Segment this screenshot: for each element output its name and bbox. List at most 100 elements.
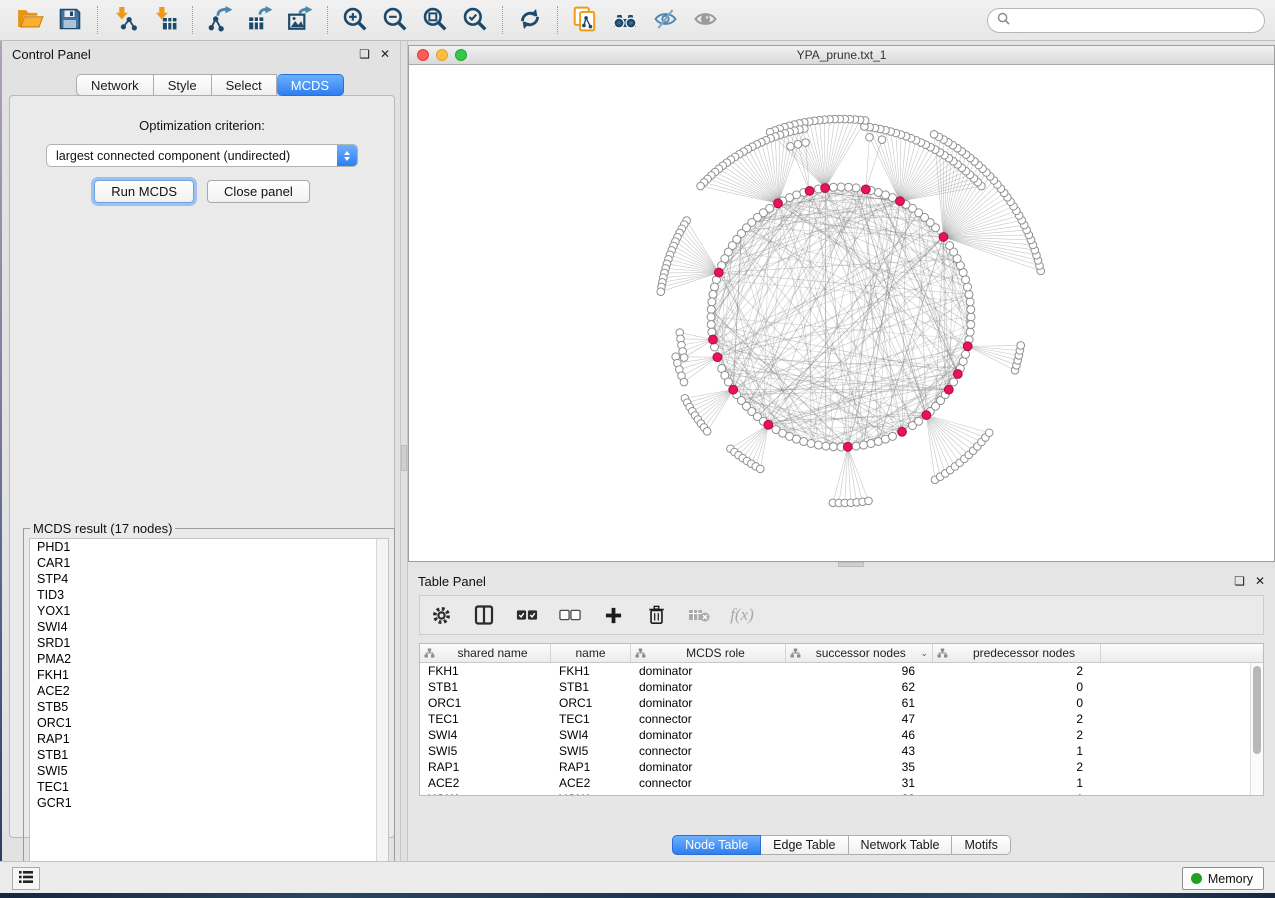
- table-row[interactable]: STB1STB1dominator620: [420, 679, 1250, 695]
- table-cell[interactable]: connector: [631, 791, 786, 795]
- table-cell[interactable]: RAP1: [551, 759, 631, 775]
- graph-node[interactable]: [852, 184, 860, 192]
- table-cell[interactable]: FKH1: [551, 663, 631, 679]
- find-button[interactable]: [605, 3, 645, 37]
- graph-node[interactable]: [967, 321, 975, 329]
- table-cell[interactable]: dominator: [631, 679, 786, 695]
- table-row[interactable]: ORC1ORC1dominator610: [420, 695, 1250, 711]
- graph-leaf-node[interactable]: [680, 354, 688, 362]
- tab-network[interactable]: Network: [76, 74, 154, 96]
- table-cell[interactable]: 62: [786, 679, 933, 695]
- hide-selected-button[interactable]: [645, 3, 685, 37]
- table-row[interactable]: FKH1FKH1dominator962: [420, 663, 1250, 679]
- table-cell[interactable]: dominator: [631, 695, 786, 711]
- graph-leaf-node[interactable]: [703, 428, 711, 436]
- close-panel-button[interactable]: Close panel: [207, 180, 310, 203]
- graph-mcds-hub-node[interactable]: [729, 385, 738, 394]
- graph-leaf-node[interactable]: [1017, 342, 1025, 350]
- graph-mcds-hub-node[interactable]: [896, 197, 905, 206]
- table-cell[interactable]: TEC1: [551, 711, 631, 727]
- mcds-result-item[interactable]: SRD1: [30, 635, 388, 651]
- add-column-button[interactable]: [602, 604, 624, 626]
- graph-node[interactable]: [724, 378, 732, 386]
- graph-node[interactable]: [829, 443, 837, 451]
- graph-mcds-hub-node[interactable]: [709, 335, 718, 344]
- graph-node[interactable]: [822, 442, 830, 450]
- column-header-predecessor-nodes[interactable]: predecessor nodes: [933, 644, 1101, 662]
- table-cell[interactable]: SWI4: [551, 727, 631, 743]
- table-cell[interactable]: 31: [786, 775, 933, 791]
- table-cell[interactable]: STB1: [420, 679, 551, 695]
- graph-node[interactable]: [966, 298, 974, 306]
- apply-layout-button[interactable]: [510, 3, 550, 37]
- mcds-result-item[interactable]: SWI5: [30, 763, 388, 779]
- float-panel-icon[interactable]: ❏: [359, 48, 370, 60]
- graph-leaf-node[interactable]: [787, 143, 795, 151]
- mcds-result-item[interactable]: FKH1: [30, 667, 388, 683]
- table-row[interactable]: YOX1YOX1connector291: [420, 791, 1250, 795]
- graph-node[interactable]: [707, 321, 715, 329]
- table-cell[interactable]: 1: [933, 791, 1101, 795]
- memory-button[interactable]: Memory: [1182, 867, 1264, 890]
- table-cell[interactable]: SWI5: [551, 743, 631, 759]
- graph-mcds-hub-node[interactable]: [843, 442, 852, 451]
- table-row[interactable]: RAP1RAP1dominator352: [420, 759, 1250, 775]
- table-cell[interactable]: 2: [933, 663, 1101, 679]
- graph-mcds-hub-node[interactable]: [805, 186, 814, 195]
- graph-node[interactable]: [860, 441, 868, 449]
- graph-mcds-hub-node[interactable]: [953, 370, 962, 379]
- table-cell[interactable]: YOX1: [551, 791, 631, 795]
- graph-node[interactable]: [950, 378, 958, 386]
- mcds-result-item[interactable]: STB1: [30, 747, 388, 763]
- graph-node[interactable]: [708, 298, 716, 306]
- vertical-splitter[interactable]: [400, 41, 408, 861]
- mcds-list-scrollbar[interactable]: [376, 538, 389, 885]
- export-image-button[interactable]: [280, 3, 320, 37]
- network-canvas[interactable]: [409, 65, 1274, 561]
- splitter-grip-icon[interactable]: [838, 562, 864, 567]
- column-header-successor-nodes[interactable]: successor nodes⌄: [786, 644, 933, 662]
- table-cell[interactable]: TEC1: [420, 711, 551, 727]
- graph-node[interactable]: [915, 417, 923, 425]
- show-all-button[interactable]: [685, 3, 725, 37]
- table-row[interactable]: SWI4SWI4dominator462: [420, 727, 1250, 743]
- select-all-button[interactable]: [516, 604, 538, 626]
- graph-leaf-node[interactable]: [878, 136, 886, 144]
- graph-node[interactable]: [967, 305, 975, 313]
- table-cell[interactable]: connector: [631, 775, 786, 791]
- graph-mcds-hub-node[interactable]: [714, 268, 723, 277]
- mcds-result-item[interactable]: ORC1: [30, 715, 388, 731]
- table-cell[interactable]: YOX1: [420, 791, 551, 795]
- graph-node[interactable]: [946, 242, 954, 250]
- table-cell[interactable]: FKH1: [420, 663, 551, 679]
- table-cell[interactable]: 2: [933, 711, 1101, 727]
- search-input[interactable]: [1015, 13, 1255, 27]
- graph-leaf-node[interactable]: [756, 465, 764, 473]
- mcds-result-item[interactable]: PMA2: [30, 651, 388, 667]
- table-cell[interactable]: ORC1: [551, 695, 631, 711]
- graph-leaf-node[interactable]: [680, 378, 688, 386]
- mcds-result-item[interactable]: SWI4: [30, 619, 388, 635]
- table-cell[interactable]: dominator: [631, 727, 786, 743]
- graph-node[interactable]: [888, 432, 896, 440]
- tab-mcds[interactable]: MCDS: [277, 74, 344, 96]
- tab-edge-table[interactable]: Edge Table: [761, 835, 848, 855]
- graph-leaf-node[interactable]: [985, 429, 993, 437]
- mcds-result-item[interactable]: TID3: [30, 587, 388, 603]
- table-cell[interactable]: dominator: [631, 663, 786, 679]
- zoom-in-button[interactable]: [335, 3, 375, 37]
- column-header-shared-name[interactable]: shared name: [420, 644, 551, 662]
- sort-desc-icon[interactable]: ⌄: [920, 648, 928, 659]
- export-network-button[interactable]: [200, 3, 240, 37]
- table-cell[interactable]: 0: [933, 679, 1101, 695]
- graph-leaf-node[interactable]: [865, 497, 873, 505]
- table-cell[interactable]: connector: [631, 743, 786, 759]
- table-cell[interactable]: 47: [786, 711, 933, 727]
- toggle-panel-button[interactable]: [473, 604, 495, 626]
- mcds-result-item[interactable]: STP4: [30, 571, 388, 587]
- graph-leaf-node[interactable]: [930, 131, 938, 139]
- zoom-out-button[interactable]: [375, 3, 415, 37]
- graph-node[interactable]: [874, 188, 882, 196]
- graph-mcds-hub-node[interactable]: [713, 353, 722, 362]
- graph-node[interactable]: [963, 283, 971, 291]
